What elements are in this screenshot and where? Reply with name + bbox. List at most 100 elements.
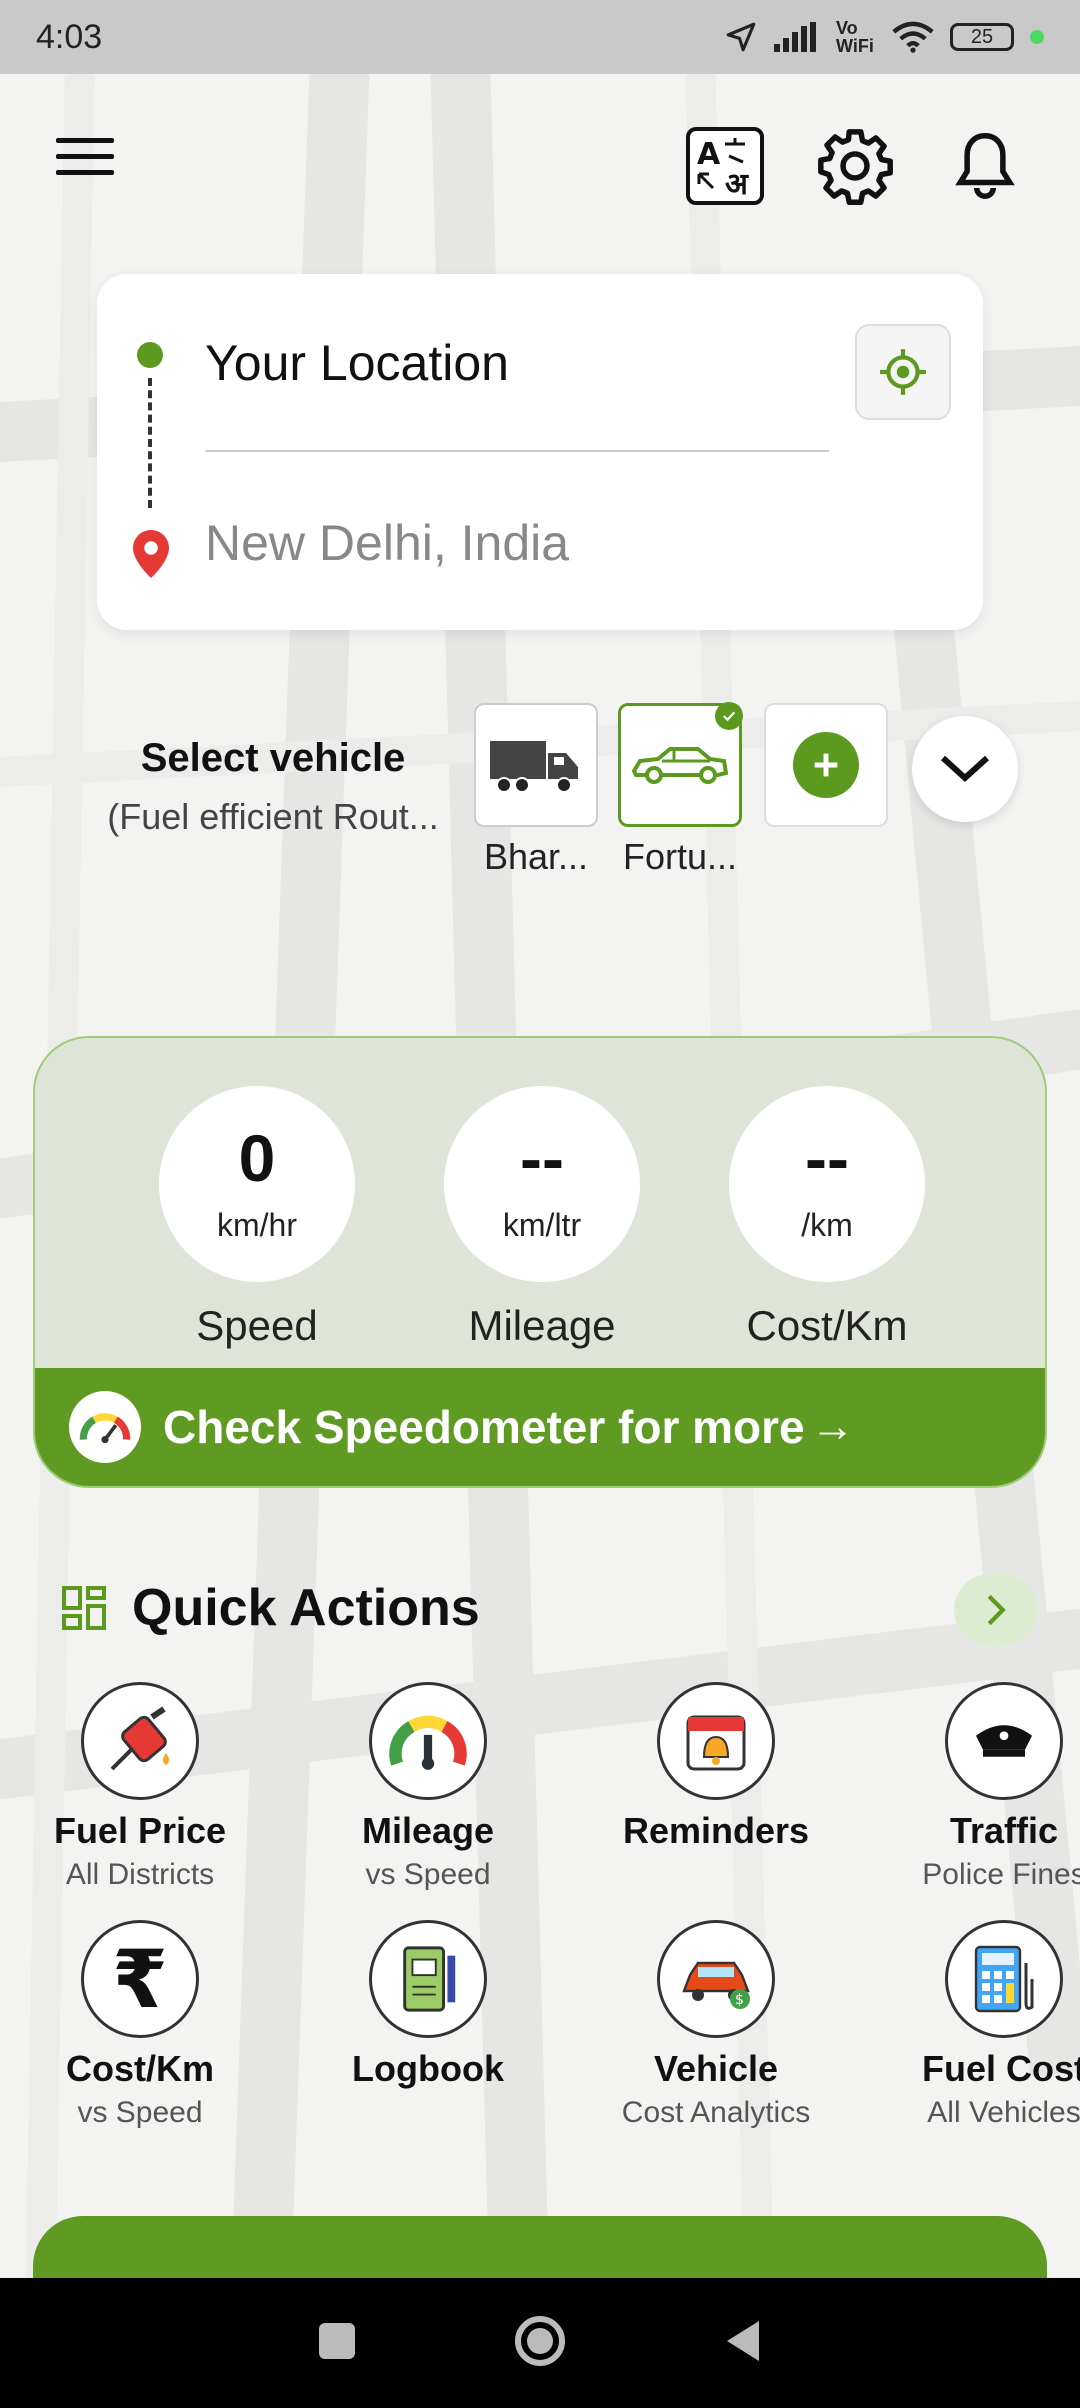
mileage-value: -- [520,1120,564,1195]
vehicle-tile-truck[interactable] [474,703,598,827]
qa-traffic-sub: Police Fines [922,1858,1080,1891]
selected-check-icon [715,702,743,730]
destination-input[interactable]: New Delhi, India [205,514,569,572]
privacy-dot [1030,30,1044,44]
calendar-bell-icon [657,1682,775,1800]
speed-value: 0 [238,1120,276,1195]
qa-vehicle[interactable]: $ Vehicle Cost Analytics [576,1920,856,2130]
qa-mileage-sub: vs Speed [365,1858,491,1891]
language-button[interactable]: A अ [684,125,766,207]
car-icon [631,747,729,784]
menu-line [56,154,114,159]
qa-logbook-label: Logbook [352,2048,504,2089]
qa-vehicle-label: Vehicle [653,2048,779,2089]
speedometer-banner-text: Check Speedometer for more [163,1401,805,1453]
status-bar: 4:03 Vo WiFi 25 [0,0,1080,74]
recents-button[interactable] [317,2321,357,2366]
settings-button[interactable] [814,125,896,207]
signal-icon [774,22,816,52]
vehicle-tile-truck-label: Bhar... [483,836,589,877]
logbook-icon [369,1920,487,2038]
chevron-down-icon [940,755,990,783]
mileage-circle: -- km/ltr [444,1086,640,1282]
police-cap-icon [945,1682,1063,1800]
qa-cost-km-sub: vs Speed [77,2096,203,2129]
translate-icon: A अ [686,127,764,205]
bell-icon [955,132,1015,199]
cost-value: -- [805,1120,849,1195]
vehicle-tile-car[interactable] [618,702,743,827]
crosshair-icon [880,349,926,395]
quick-actions-header: Quick Actions [60,1578,480,1638]
speedometer-icon [69,1391,141,1463]
qa-cost-km-label: Cost/Km [65,2048,214,2089]
svg-text:अ: अ [725,167,749,202]
qa-fuel-cost-label: Fuel Cost [921,2048,1080,2089]
wifi-icon [892,21,934,53]
arrow-right-icon: → [810,1402,855,1451]
route-dash-line [148,378,152,508]
quick-actions-next-button[interactable] [954,1574,1038,1646]
home-button[interactable] [512,2313,568,2374]
route-card: Your Location New Delhi, India [97,274,983,630]
mileage-label: Mileage [468,1302,616,1349]
speed-label: Speed [196,1302,318,1349]
divider [205,450,829,452]
select-vehicle-subtitle: (Fuel efficient Rout... [107,796,439,837]
qa-fuel-price-label: Fuel Price [53,1810,227,1851]
rupee-icon: ₹ [81,1920,199,2038]
qa-vehicle-sub: Cost Analytics [621,2096,811,2129]
qa-fuel-cost-sub: All Vehicles [927,2096,1080,2129]
hamburger-menu-icon [56,138,114,143]
current-location-button[interactable] [855,324,951,420]
gear-icon [818,129,893,205]
gauge-icon [369,1682,487,1800]
origin-dot [137,342,163,368]
qa-reminders[interactable]: Reminders [576,1682,856,1852]
fuel-pump-icon [81,1682,199,1800]
qa-mileage[interactable]: Mileage vs Speed [288,1682,568,1892]
add-vehicle-button[interactable] [764,703,888,827]
status-time: 4:03 [36,17,103,56]
mileage-stat: -- km/ltr Mileage [444,1086,640,1350]
qa-fuel-cost[interactable]: Fuel Cost All Vehicles [864,1920,1080,2130]
cost-stat: -- /km Cost/Km [729,1086,925,1350]
status-icons: Vo WiFi 25 [724,19,1044,55]
square-icon [319,2322,356,2359]
quick-actions-title: Quick Actions [132,1579,480,1637]
speed-stat: 0 km/hr Speed [159,1086,355,1350]
menu-line [56,170,114,175]
back-button[interactable] [723,2319,763,2368]
vehicle-dropdown-button[interactable] [912,716,1018,822]
svg-text:A: A [697,137,721,172]
speed-circle: 0 km/hr [159,1086,355,1282]
qa-traffic[interactable]: Traffic Police Fines [864,1682,1080,1892]
trip-stats-card: 0 km/hr Speed -- km/ltr Mileage -- /km C… [33,1036,1047,1488]
qa-fuel-price-sub: All Districts [65,1858,215,1891]
qa-fuel-price[interactable]: Fuel Price All Districts [0,1682,280,1892]
origin-input[interactable]: Your Location [205,334,509,392]
cost-circle: -- /km [729,1086,925,1282]
qa-traffic-label: Traffic [949,1810,1059,1851]
svg-text:$: $ [735,1992,744,2008]
notifications-button[interactable] [944,125,1026,207]
speedometer-banner[interactable]: Check Speedometer for more → [35,1368,1045,1486]
qa-logbook[interactable]: Logbook [288,1920,568,2090]
grid-icon [62,1586,106,1630]
header-actions: A अ [684,125,1026,207]
qa-cost-km[interactable]: ₹ Cost/Km vs Speed [0,1920,280,2130]
truck-icon [490,741,578,793]
qa-reminders-label: Reminders [622,1810,810,1851]
vowifi-label: Vo WiFi [836,18,874,56]
back-triangle-icon [726,2320,759,2361]
system-nav-bar [0,2278,1080,2408]
qa-mileage-label: Mileage [361,1810,495,1851]
calculator-icon [945,1920,1063,2038]
plus-icon [793,732,859,798]
menu-button[interactable] [56,138,120,186]
cost-label: Cost/Km [746,1302,908,1349]
location-arrow-icon [726,22,756,52]
cost-unit: /km [801,1206,853,1243]
speed-unit: km/hr [217,1206,297,1243]
circle-icon [514,2315,565,2366]
